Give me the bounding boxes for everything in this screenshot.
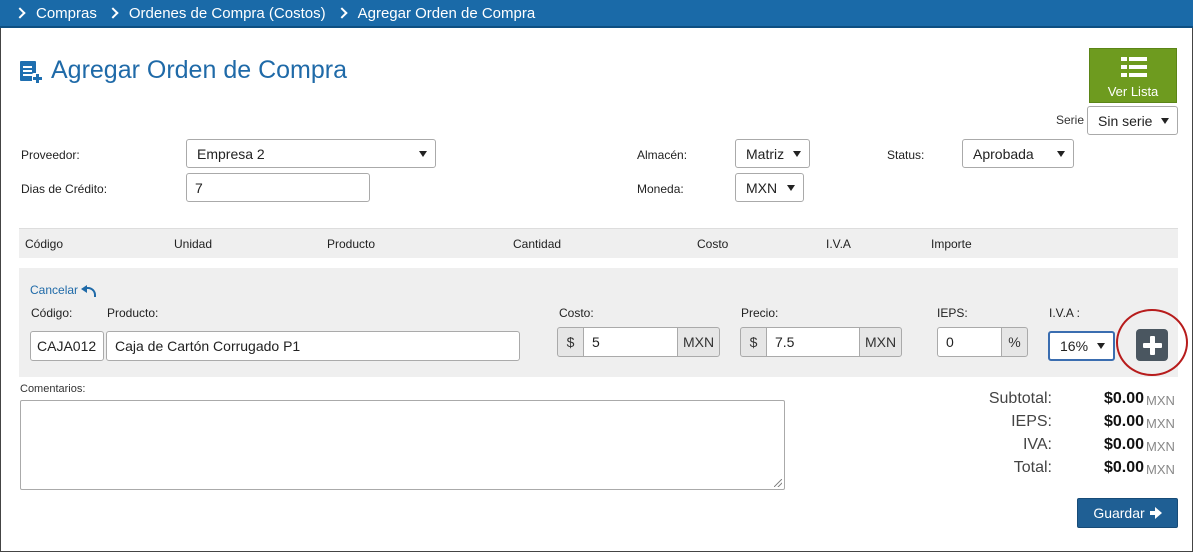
moneda-label: Moneda: [637, 182, 684, 196]
breadcrumb-compras[interactable]: Compras [14, 5, 97, 22]
col-header-costo: Costo [697, 237, 729, 251]
cancelar-label: Cancelar [30, 283, 79, 297]
items-table-header: Código Unidad Producto Cantidad Costo I.… [19, 228, 1178, 258]
iva-value: 16% [1060, 338, 1089, 354]
producto-input[interactable]: Caja de Cartón Corrugado P1 [106, 331, 520, 361]
total-currency: MXN [1146, 462, 1175, 477]
chevron-down-icon [787, 184, 795, 191]
page-title: Agregar Orden de Compra [51, 56, 347, 84]
chevron-right-icon [14, 7, 26, 19]
guardar-button[interactable]: Guardar [1077, 498, 1178, 528]
col-header-iva: I.V.A [826, 237, 851, 251]
ieps-input[interactable]: 0 [937, 327, 1002, 357]
almacen-select[interactable]: Matriz [735, 139, 810, 168]
costo-prefix: $ [557, 327, 584, 357]
ieps-total-value: $0.00 [1103, 413, 1144, 430]
almacen-value: Matriz [746, 145, 785, 162]
subtotal-label: Subtotal: [988, 390, 1052, 407]
precio-prefix: $ [740, 327, 767, 357]
chevron-right-icon [335, 7, 348, 19]
comentarios-textarea[interactable] [20, 400, 785, 490]
proveedor-value: Empresa 2 [197, 145, 265, 162]
resize-grip-icon[interactable] [774, 479, 782, 487]
col-header-producto: Producto [327, 237, 376, 251]
codigo-label: Código: [31, 306, 73, 320]
costo-suffix: MXN [677, 327, 720, 357]
page-header: Agregar Orden de Compra [20, 56, 347, 85]
breadcrumb-agregar[interactable]: Agregar Orden de Compra [335, 5, 535, 22]
document-add-icon [20, 59, 43, 84]
codigo-value: CAJA012 [37, 338, 97, 354]
almacen-label: Almacén: [637, 148, 688, 162]
status-label: Status: [887, 148, 925, 162]
proveedor-select[interactable]: Empresa 2 [186, 139, 436, 168]
ieps-total-label: IEPS: [1011, 413, 1052, 430]
codigo-input[interactable]: CAJA012 [30, 331, 104, 361]
chevron-down-icon [1057, 150, 1065, 157]
serie-select[interactable]: Sin serie [1087, 106, 1178, 135]
ieps-suffix: % [1001, 327, 1028, 357]
iva-total-value: $0.00 [1103, 436, 1144, 453]
guardar-label: Guardar [1093, 505, 1145, 521]
chevron-down-icon [419, 150, 427, 157]
dias-credito-value: 7 [195, 179, 203, 196]
serie-label: Serie [1056, 113, 1085, 127]
arrow-right-icon [1149, 507, 1162, 519]
breadcrumb-ordenes[interactable]: Ordenes de Compra (Costos) [107, 5, 326, 22]
precio-label: Precio: [741, 306, 779, 320]
costo-value: 5 [592, 334, 600, 350]
ver-lista-button[interactable]: Ver Lista [1089, 48, 1177, 103]
status-value: Aprobada [973, 145, 1034, 162]
chevron-right-icon [107, 7, 119, 19]
producto-label: Producto: [107, 306, 159, 320]
chevron-down-icon [793, 150, 801, 157]
moneda-select[interactable]: MXN [735, 173, 804, 202]
col-header-cantidad: Cantidad [513, 237, 562, 251]
precio-value: 7.5 [775, 334, 795, 350]
costo-input[interactable]: 5 [583, 327, 678, 357]
col-header-importe: Importe [931, 237, 972, 251]
ieps-label: IEPS: [937, 306, 968, 320]
dias-credito-input[interactable]: 7 [186, 173, 370, 202]
producto-value: Caja de Cartón Corrugado P1 [115, 338, 301, 354]
breadcrumb: Compras Ordenes de Compra (Costos) Agreg… [0, 0, 1193, 28]
ieps-value: 0 [946, 334, 954, 350]
col-header-unidad: Unidad [174, 237, 213, 251]
list-icon [1121, 57, 1147, 77]
precio-input[interactable]: 7.5 [766, 327, 860, 357]
chevron-down-icon [1097, 343, 1105, 349]
dias-credito-label: Dias de Crédito: [21, 182, 108, 196]
chevron-down-icon [1161, 117, 1169, 124]
precio-suffix: MXN [859, 327, 902, 357]
comentarios-label: Comentarios: [20, 383, 86, 395]
undo-icon [82, 285, 97, 297]
iva-select[interactable]: 16% [1048, 331, 1115, 361]
iva-label: I.V.A : [1049, 306, 1080, 320]
iva-total-label: IVA: [1022, 436, 1052, 453]
ver-lista-label: Ver Lista [1107, 84, 1159, 99]
moneda-value: MXN [746, 179, 778, 196]
total-value: $0.00 [1103, 459, 1144, 476]
col-header-codigo: Código [25, 237, 64, 251]
cancelar-link[interactable]: Cancelar [30, 283, 97, 297]
status-select[interactable]: Aprobada [962, 139, 1074, 168]
subtotal-currency: MXN [1146, 393, 1175, 408]
costo-label: Costo: [559, 306, 594, 320]
total-label: Total: [1013, 459, 1052, 476]
serie-value: Sin serie [1098, 112, 1153, 129]
proveedor-label: Proveedor: [21, 148, 80, 162]
add-item-button[interactable] [1136, 329, 1168, 361]
subtotal-value: $0.00 [1103, 390, 1144, 407]
iva-total-currency: MXN [1146, 439, 1175, 454]
ieps-total-currency: MXN [1146, 416, 1175, 431]
